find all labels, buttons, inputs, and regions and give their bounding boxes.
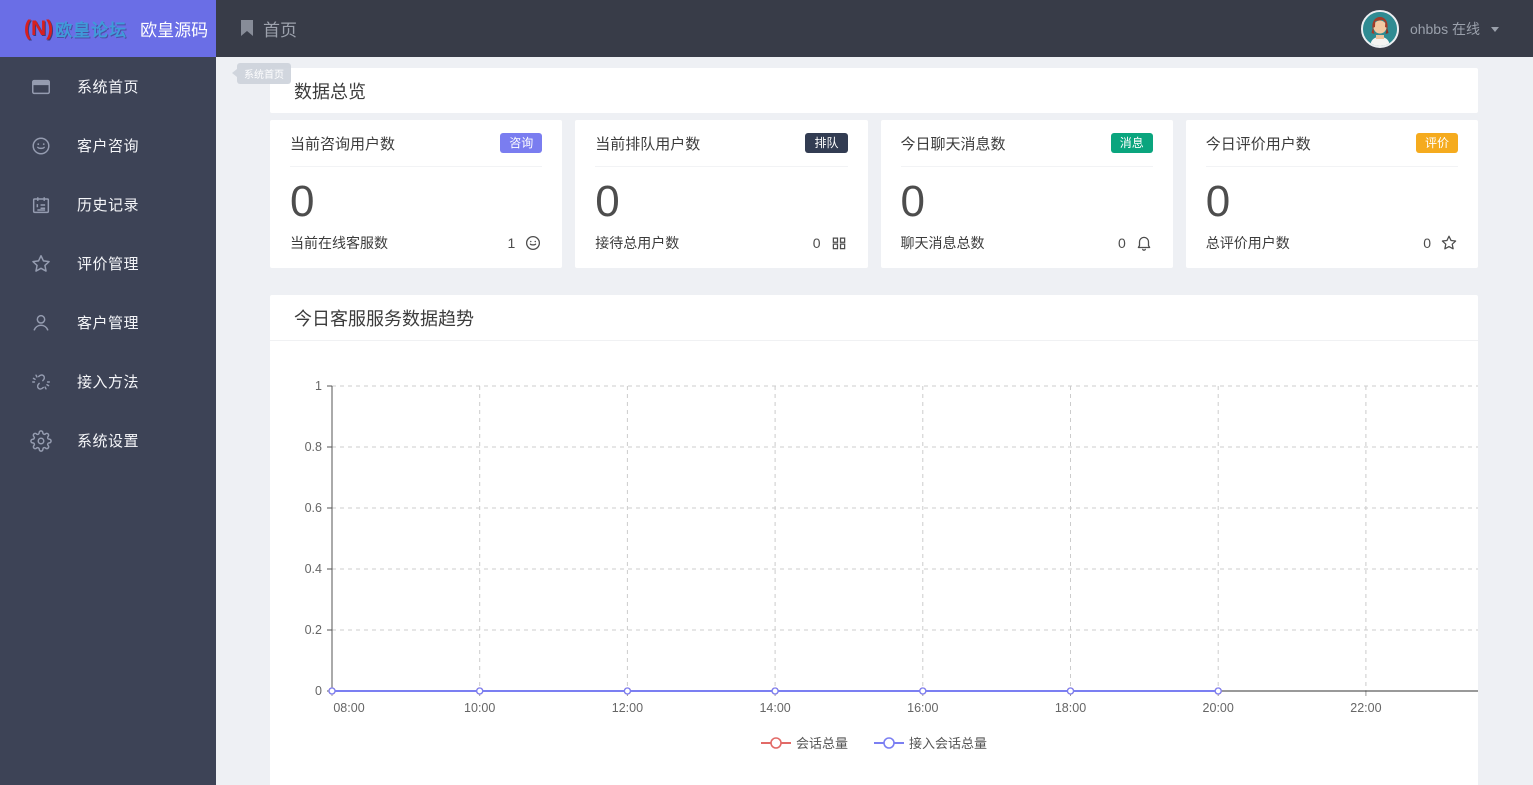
logo-forum-text: 欧皇论坛 [55,21,128,40]
stat-card-title: 当前咨询用户数 [290,135,396,153]
legend-marker-icon [874,736,904,749]
stat-footer-value: 0 [812,235,821,251]
legend-marker-icon [760,736,791,749]
stat-footer-value: 1 [507,235,516,251]
stat-value: 0 [290,177,315,226]
status-badge: 咨询 [500,132,543,154]
sidebar-item-integration[interactable]: 接入方法 [0,352,216,411]
sidebar-item-home[interactable]: 系统首页 [0,57,216,116]
stat-footer-label: 当前在线客服数 [290,235,388,251]
svg-text:08:00: 08:00 [333,701,364,715]
status-badge: 排队 [805,132,848,154]
svg-text:20:00: 20:00 [1203,701,1234,715]
legend-label: 会话总量 [795,736,848,751]
sidebar-item-label: 历史记录 [77,197,140,214]
main-content: 数据总览 当前咨询用户数 咨询 0 当前在线客服数 1 当前排队用户数 排队 0… [216,57,1533,785]
sidebar-item-label: 系统设置 [77,433,140,450]
brand-title: 欧皇源码 [140,21,209,40]
stat-value: 0 [900,177,925,226]
svg-text:16:00: 16:00 [907,701,938,715]
caret-down-icon [1491,27,1499,32]
legend-item[interactable]: 会话总量 [760,733,848,752]
brand-logo[interactable]: (N) 欧皇论坛 欧皇源码 [0,0,216,57]
group-grid-icon [830,234,848,252]
chart-title: 今日客服服务数据趋势 [294,308,474,329]
trend-line-chart[interactable]: 0 0.2 0.4 0.6 0.8 1 08:00 10:00 12:00 14:00 16:00 1… [270,341,1478,723]
sidebar-item-label: 评价管理 [77,256,140,273]
svg-text:0: 0 [315,684,322,698]
smiley-icon [524,234,542,252]
overview-section-header: 数据总览 [270,68,1478,113]
stat-cards-row: 当前咨询用户数 咨询 0 当前在线客服数 1 当前排队用户数 排队 0 接待总用… [270,120,1478,268]
sidebar-item-label: 客户管理 [77,315,140,332]
stat-card-title: 今日聊天消息数 [900,135,1006,153]
user-name-status: ohbbs 在线 [1409,20,1480,37]
svg-text:10:00: 10:00 [464,701,495,715]
window-icon [30,76,52,98]
sidebar-item-history[interactable]: 历史记录 [0,175,216,234]
sidebar-item-consult[interactable]: 客户咨询 [0,116,216,175]
sidebar-item-label: 客户咨询 [77,138,140,155]
page-tab-tag[interactable]: 系统首页 [232,63,291,84]
stat-card-messages: 今日聊天消息数 消息 0 聊天消息总数 0 [880,120,1173,268]
top-navbar: (N) 欧皇论坛 欧皇源码 首页 ohbbs 在线 [0,0,1533,57]
notebook-icon [30,194,52,216]
sidebar-item-customers[interactable]: 客户管理 [0,293,216,352]
stat-value: 0 [1205,177,1231,226]
stat-card-queue: 当前排队用户数 排队 0 接待总用户数 0 [575,120,868,268]
sidebar-item-reviews[interactable]: 评价管理 [0,234,216,293]
status-badge: 评价 [1415,132,1458,154]
gear-icon [30,429,52,452]
user-icon [30,312,52,334]
svg-text:0.2: 0.2 [305,623,322,637]
sidebar-nav: 系统首页 客户咨询 历史记录 评价管理 客户管理 接入方法 系统设置 [0,57,216,785]
stat-card-title: 当前排队用户数 [595,135,701,153]
chart-legend: 会话总量 接入会话总量 [270,733,1478,752]
user-menu[interactable]: ohbbs 在线 [1360,0,1533,57]
svg-text:0.4: 0.4 [305,562,322,576]
svg-text:0.8: 0.8 [305,440,322,454]
sidebar-item-label: 接入方法 [77,374,140,391]
star-icon [1440,234,1458,252]
stat-footer-value: 0 [1423,235,1431,251]
status-badge: 消息 [1110,132,1153,154]
stat-footer-label: 接待总用户数 [595,235,680,251]
legend-item[interactable]: 接入会话总量 [874,733,987,752]
smiley-icon [30,135,52,157]
svg-text:14:00: 14:00 [759,701,790,715]
trend-chart-card: 今日客服服务数据趋势 0 0.2 0.4 0.6 0.8 1 08:00 10:00 12:00… [270,295,1478,785]
legend-label: 接入会话总量 [909,736,988,751]
stat-card-consulting: 当前咨询用户数 咨询 0 当前在线客服数 1 [270,120,563,268]
svg-text:22:00: 22:00 [1350,701,1381,715]
stat-footer-label: 总评价用户数 [1205,235,1290,251]
overview-title: 数据总览 [294,81,366,102]
stat-value: 0 [595,177,620,226]
svg-text:12:00: 12:00 [612,701,643,715]
svg-text:18:00: 18:00 [1055,701,1086,715]
bookmark-icon [240,20,254,37]
logo-n-icon: (N) [24,16,54,40]
svg-text:1: 1 [315,379,322,393]
nav-home-label: 首页 [263,21,297,40]
bell-icon [1135,234,1153,252]
stat-card-ratings: 今日评价用户数 评价 0 总评价用户数 0 [1185,120,1478,268]
stat-footer-value: 0 [1117,235,1126,251]
star-icon [30,253,52,275]
user-avatar [1360,9,1399,48]
stat-footer-label: 聊天消息总数 [900,235,985,251]
unlink-icon [30,371,52,393]
stat-card-title: 今日评价用户数 [1205,135,1311,153]
sidebar-item-label: 系统首页 [77,79,140,96]
sidebar-item-settings[interactable]: 系统设置 [0,411,216,470]
nav-home-tab[interactable]: 首页 [216,0,321,57]
svg-text:0.6: 0.6 [305,501,322,515]
